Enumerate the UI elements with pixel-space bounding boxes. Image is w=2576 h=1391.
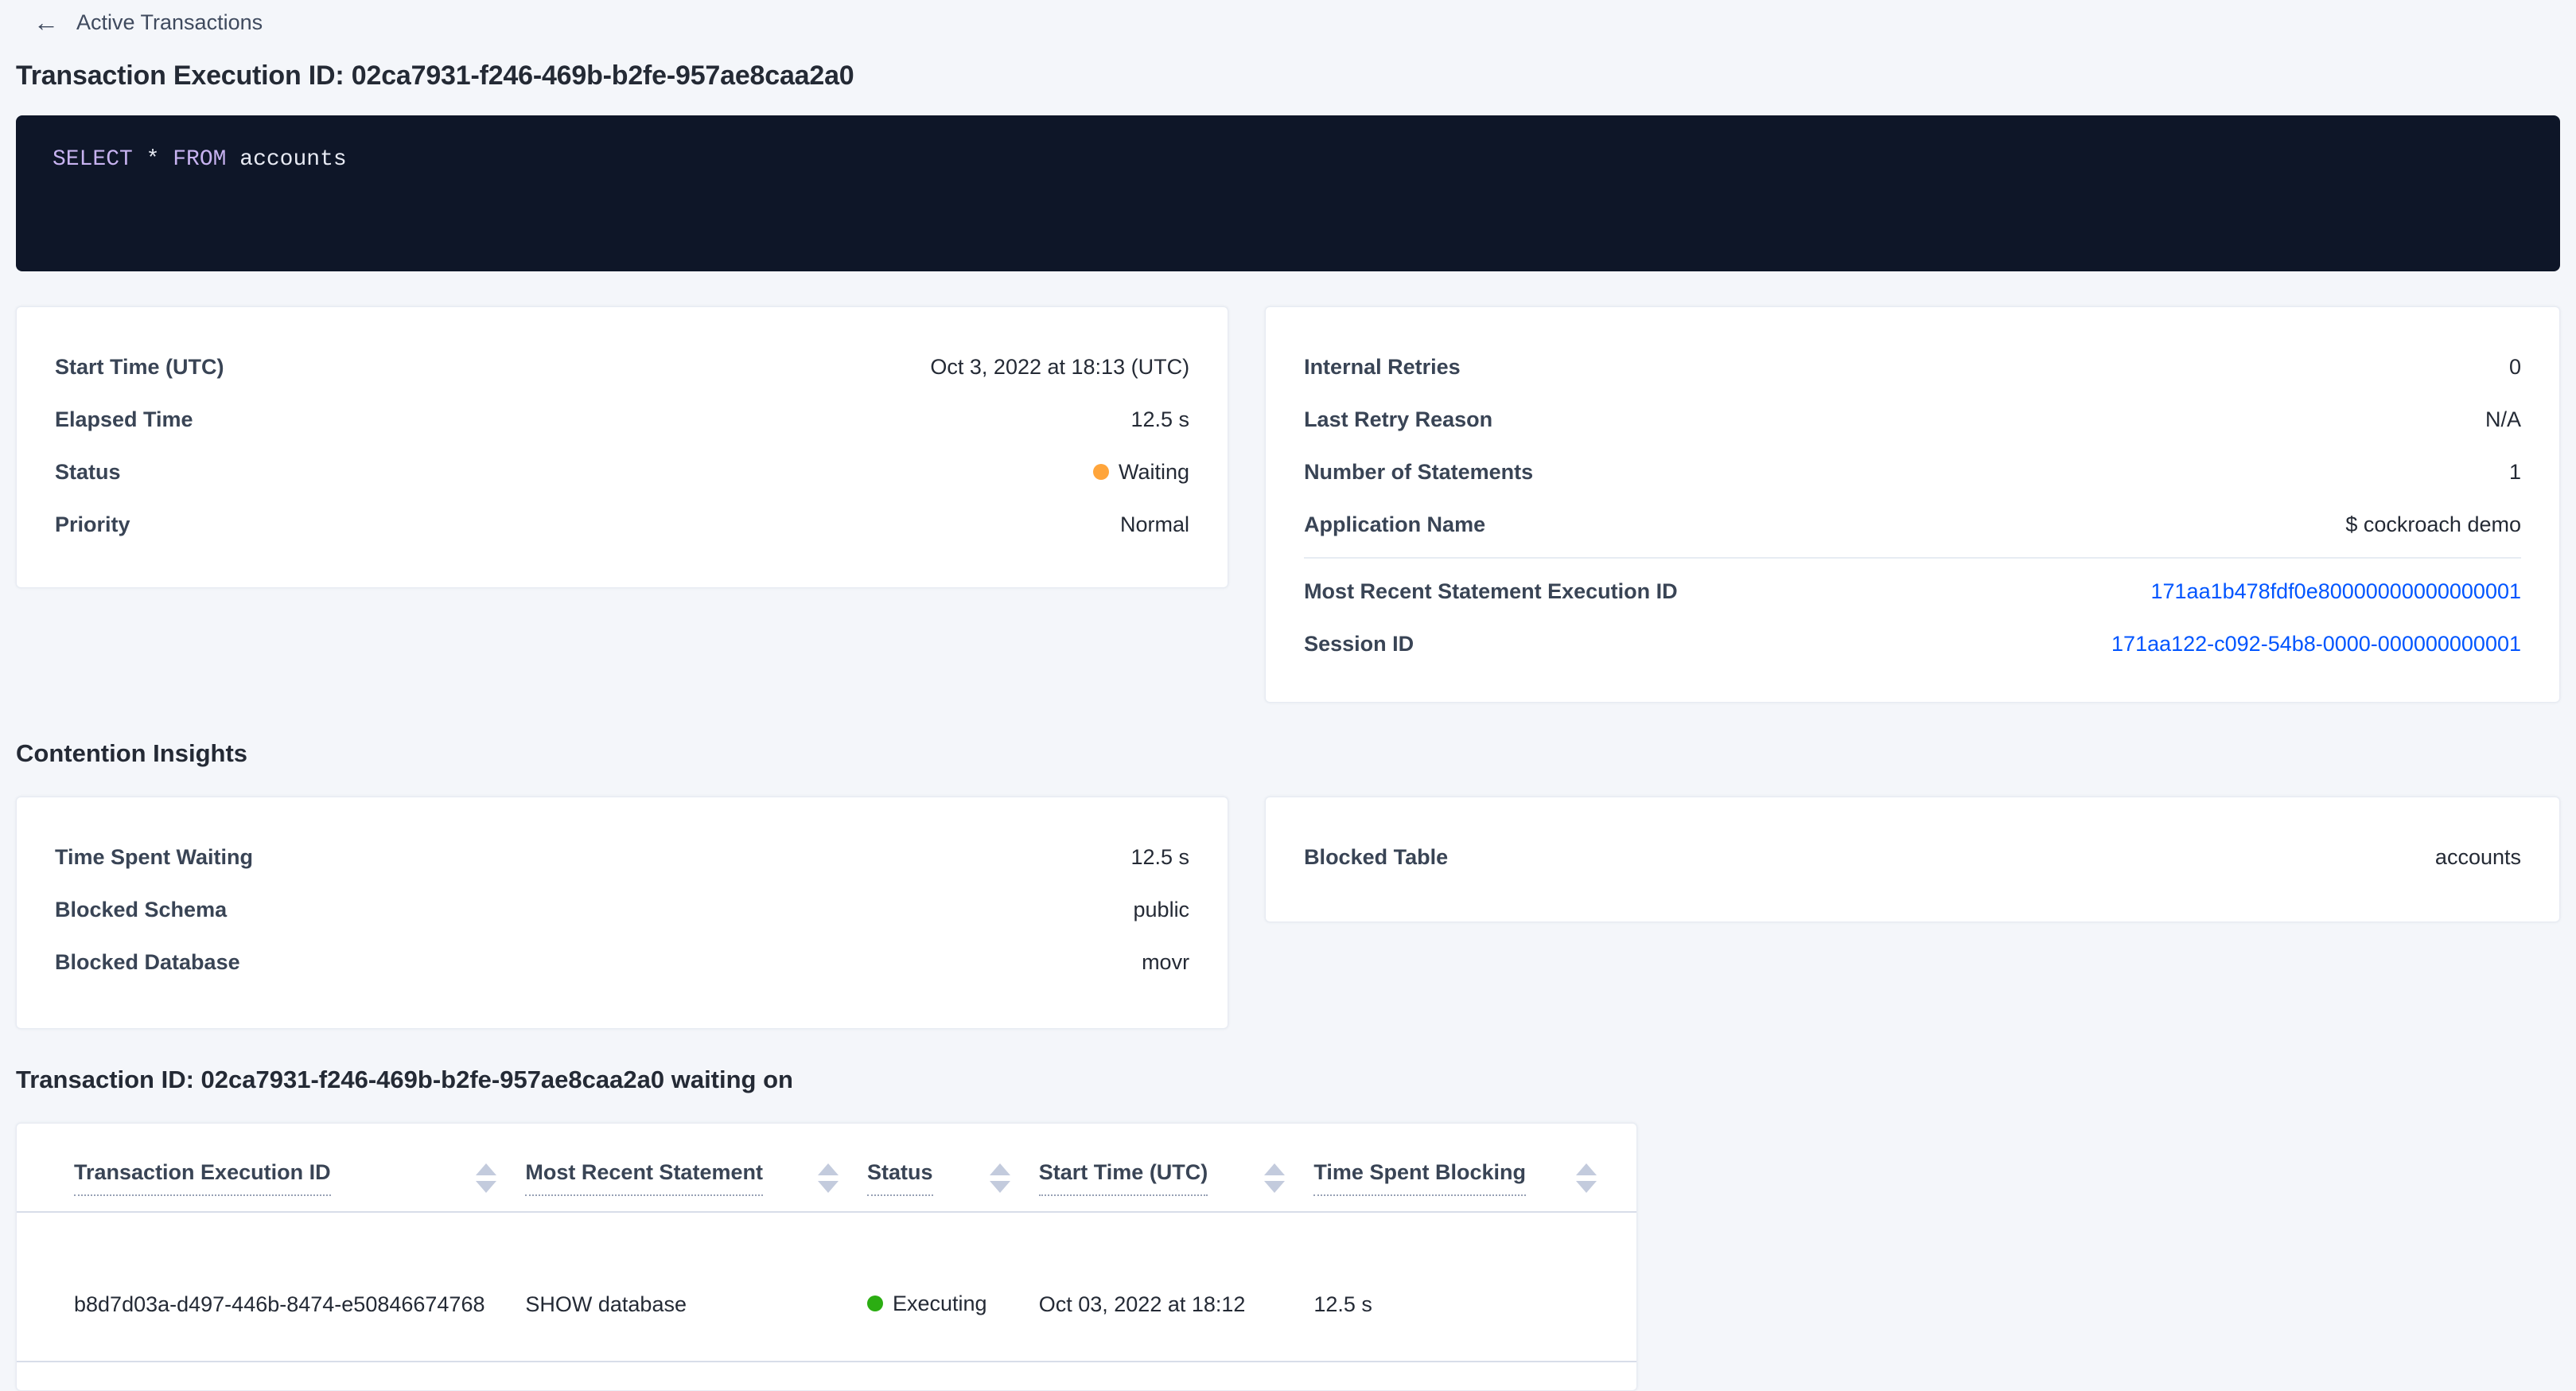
blocked-table-value: accounts xyxy=(2435,845,2521,870)
row-application-name: Application Name $ cockroach demo xyxy=(1304,498,2521,551)
sql-table-name: accounts xyxy=(226,147,346,172)
row-blocked-table: Blocked Table accounts xyxy=(1304,831,2521,883)
cell-transaction-execution-id: b8d7d03a-d497-446b-8474-e50846674768 xyxy=(44,1292,525,1317)
most-recent-statement-execution-id-link[interactable]: 171aa1b478fdf0e80000000000000001 xyxy=(2151,579,2522,604)
sort-arrows-icon xyxy=(476,1163,496,1193)
time-spent-blocking-column-label: Time Spent Blocking xyxy=(1313,1160,1526,1196)
waiting-table-row: b8d7d03a-d497-446b-8474-e50846674768 SHO… xyxy=(17,1213,1636,1362)
priority-value: Normal xyxy=(1120,512,1189,537)
column-header-time-spent-blocking[interactable]: Time Spent Blocking xyxy=(1313,1160,1609,1196)
last-retry-reason-label: Last Retry Reason xyxy=(1304,407,1492,432)
row-blocked-database: Blocked Database movr xyxy=(55,936,1189,988)
cell-most-recent-statement: SHOW database xyxy=(525,1292,867,1317)
elapsed-time-value: 12.5 s xyxy=(1131,407,1190,432)
back-arrow-icon: ← xyxy=(33,10,59,35)
status-executing-dot-icon xyxy=(867,1296,883,1311)
contention-left-card: Time Spent Waiting 12.5 s Blocked Schema… xyxy=(16,797,1228,1029)
number-of-statements-label: Number of Statements xyxy=(1304,460,1533,485)
cell-status: Executing xyxy=(867,1292,1039,1318)
sql-keyword-select: SELECT xyxy=(53,147,133,172)
status-waiting-text: Waiting xyxy=(1119,460,1189,485)
sql-keyword-from: FROM xyxy=(173,147,226,172)
summary-cards-row: Start Time (UTC) Oct 3, 2022 at 18:13 (U… xyxy=(16,306,2560,703)
sql-star: * xyxy=(133,147,173,172)
waiting-on-heading: Transaction ID: 02ca7931-f246-469b-b2fe-… xyxy=(16,1066,2560,1094)
row-number-of-statements: Number of Statements 1 xyxy=(1304,446,2521,498)
contention-insights-heading: Contention Insights xyxy=(16,739,2560,768)
elapsed-time-label: Elapsed Time xyxy=(55,407,193,432)
back-link-label: Active Transactions xyxy=(76,10,263,35)
cell-start-time: Oct 03, 2022 at 18:12 xyxy=(1039,1292,1314,1317)
most-recent-statement-column-label: Most Recent Statement xyxy=(525,1160,763,1196)
status-executing-text: Executing xyxy=(893,1292,987,1316)
blocked-database-value: movr xyxy=(1142,950,1189,975)
transaction-details-page: ← Active Transactions Transaction Execut… xyxy=(0,0,2576,1391)
start-time-column-label: Start Time (UTC) xyxy=(1039,1160,1208,1196)
row-last-retry-reason: Last Retry Reason N/A xyxy=(1304,393,2521,446)
row-status: Status Waiting xyxy=(55,446,1189,498)
status-label: Status xyxy=(55,460,121,485)
blocked-database-label: Blocked Database xyxy=(55,950,240,975)
sql-statement-box: SELECT * FROM accounts xyxy=(16,115,2560,271)
row-priority: Priority Normal xyxy=(55,498,1189,551)
number-of-statements-value: 1 xyxy=(2509,460,2521,485)
row-start-time: Start Time (UTC) Oct 3, 2022 at 18:13 (U… xyxy=(55,341,1189,393)
column-header-transaction-execution-id[interactable]: Transaction Execution ID xyxy=(44,1160,525,1196)
status-column-label: Status xyxy=(867,1160,933,1196)
priority-label: Priority xyxy=(55,512,130,537)
session-id-label: Session ID xyxy=(1304,632,1414,657)
cell-time-spent-blocking: 12.5 s xyxy=(1313,1292,1609,1317)
sort-arrows-icon xyxy=(990,1163,1010,1193)
column-header-status[interactable]: Status xyxy=(867,1160,1039,1196)
status-value: Waiting xyxy=(1093,460,1189,485)
row-elapsed-time: Elapsed Time 12.5 s xyxy=(55,393,1189,446)
column-header-most-recent-statement[interactable]: Most Recent Statement xyxy=(525,1160,867,1196)
status-waiting-dot-icon xyxy=(1093,464,1109,480)
row-session-id: Session ID 171aa122-c092-54b8-0000-00000… xyxy=(1304,618,2521,670)
transaction-execution-id-column-label: Transaction Execution ID xyxy=(74,1160,331,1196)
blocked-schema-label: Blocked Schema xyxy=(55,898,227,922)
blocked-schema-value: public xyxy=(1134,898,1190,922)
internal-retries-value: 0 xyxy=(2509,355,2521,380)
start-time-label: Start Time (UTC) xyxy=(55,355,224,380)
internal-retries-label: Internal Retries xyxy=(1304,355,1461,380)
blocked-table-label: Blocked Table xyxy=(1304,845,1448,870)
page-title: Transaction Execution ID: 02ca7931-f246-… xyxy=(16,60,2560,92)
time-spent-waiting-label: Time Spent Waiting xyxy=(55,845,253,870)
start-time-value: Oct 3, 2022 at 18:13 (UTC) xyxy=(930,355,1189,380)
contention-cards-row: Time Spent Waiting 12.5 s Blocked Schema… xyxy=(16,797,2560,1029)
transaction-summary-card: Start Time (UTC) Oct 3, 2022 at 18:13 (U… xyxy=(16,306,1228,588)
most-recent-statement-execution-id-label: Most Recent Statement Execution ID xyxy=(1304,579,1678,604)
column-header-start-time[interactable]: Start Time (UTC) xyxy=(1039,1160,1314,1196)
last-retry-reason-value: N/A xyxy=(2485,407,2521,432)
application-name-value: $ cockroach demo xyxy=(2345,512,2521,537)
row-time-spent-waiting: Time Spent Waiting 12.5 s xyxy=(55,831,1189,883)
application-name-label: Application Name xyxy=(1304,512,1485,537)
sort-arrows-icon xyxy=(818,1163,839,1193)
waiting-transactions-table: Transaction Execution ID Most Recent Sta… xyxy=(16,1123,1637,1391)
contention-right-card: Blocked Table accounts xyxy=(1265,797,2560,922)
transaction-details-card: Internal Retries 0 Last Retry Reason N/A… xyxy=(1265,306,2560,703)
row-internal-retries: Internal Retries 0 xyxy=(1304,341,2521,393)
back-link-active-transactions[interactable]: ← Active Transactions xyxy=(33,10,263,35)
details-card-divider xyxy=(1304,557,2521,559)
sort-arrows-icon xyxy=(1576,1163,1597,1193)
row-most-recent-statement-execution-id: Most Recent Statement Execution ID 171aa… xyxy=(1304,565,2521,618)
session-id-link[interactable]: 171aa122-c092-54b8-0000-000000000001 xyxy=(2111,632,2521,657)
sort-arrows-icon xyxy=(1264,1163,1285,1193)
waiting-table-header-row: Transaction Execution ID Most Recent Sta… xyxy=(17,1124,1636,1213)
row-blocked-schema: Blocked Schema public xyxy=(55,883,1189,936)
time-spent-waiting-value: 12.5 s xyxy=(1131,845,1190,870)
